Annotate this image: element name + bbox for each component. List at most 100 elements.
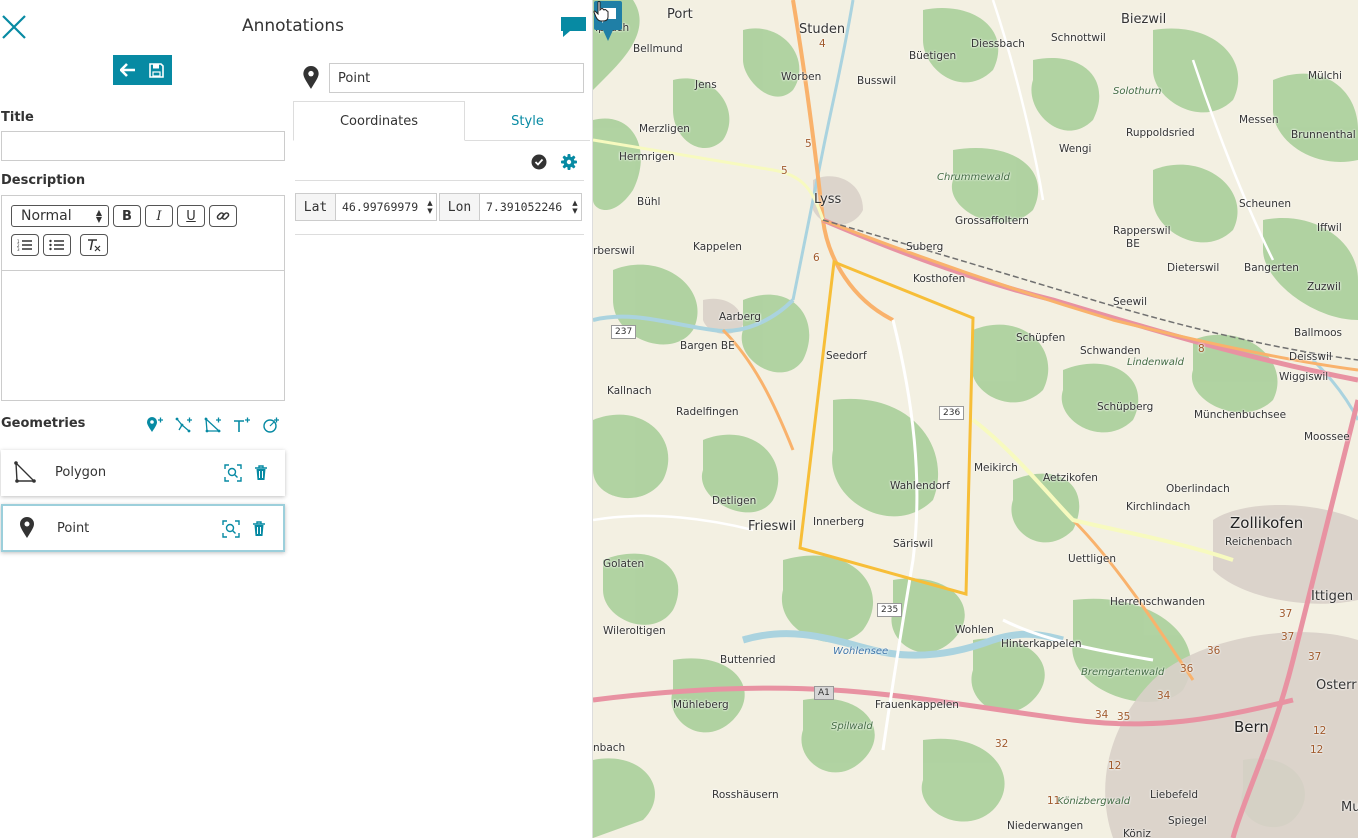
geometry-item-polygon[interactable]: Polygon <box>1 450 285 496</box>
road-number: 4 <box>819 38 826 50</box>
place-label: Bremgartenwald <box>1081 667 1165 678</box>
geometry-item-point[interactable]: Point <box>1 504 285 552</box>
link-button[interactable] <box>209 205 237 227</box>
place-label: Scheunen <box>1239 198 1291 210</box>
road-number: 35 <box>1117 711 1131 723</box>
annotation-toolbar <box>113 55 172 85</box>
place-label: Mühleberg <box>673 699 729 711</box>
place-label: Brunnenthal <box>1291 129 1356 141</box>
place-label: Bern <box>1234 718 1269 736</box>
place-label: Deisswil <box>1289 351 1332 363</box>
road-number: 36 <box>1207 645 1221 657</box>
back-button[interactable] <box>113 55 142 85</box>
floppy-disk-icon <box>149 62 164 78</box>
place-label: Messen <box>1239 114 1279 126</box>
panel-header: Annotations <box>0 0 593 54</box>
annotations-panel: Annotations Title Description Normal ▲ ▼… <box>0 0 593 838</box>
place-label: Frieswil <box>748 519 797 534</box>
road-number: 32 <box>995 738 1009 750</box>
place-label: Aarberg <box>719 311 761 323</box>
add-polygon-button[interactable] <box>200 413 225 437</box>
add-text-button[interactable] <box>229 413 254 437</box>
tab-style[interactable]: Style <box>465 101 590 141</box>
place-label: Golaten <box>603 558 645 570</box>
bold-button[interactable]: B <box>113 205 141 227</box>
place-label: Seedorf <box>826 350 867 362</box>
format-select[interactable]: Normal ▲ ▼ <box>11 205 109 227</box>
map-marker-icon <box>303 66 319 89</box>
add-text-icon <box>233 417 250 432</box>
road-number: 37 <box>1281 631 1295 643</box>
place-label: Solothurn <box>1113 86 1162 97</box>
title-label: Title <box>1 110 34 125</box>
add-line-button[interactable] <box>171 413 196 437</box>
trash-icon <box>255 465 267 480</box>
geometries-label: Geometries <box>1 416 86 431</box>
bullet-list-button[interactable] <box>43 234 71 256</box>
tab-coordinates[interactable]: Coordinates <box>293 101 465 141</box>
map-viewport[interactable]: Port Studen Biezwil Ipsach Schnottwil Be… <box>593 0 1358 838</box>
lon-label: Lon <box>440 194 480 220</box>
geometry-name-input[interactable] <box>329 63 584 93</box>
lat-stepper[interactable]: ▲ ▼ <box>424 194 436 220</box>
place-label: Niederwangen <box>1007 820 1084 832</box>
place-label: Hermrigen <box>619 151 675 163</box>
add-circle-button[interactable] <box>258 413 283 437</box>
ordered-list-button[interactable]: 1 2 3 <box>11 234 39 256</box>
trash-icon <box>253 521 265 536</box>
place-label: Bangerten <box>1244 262 1299 274</box>
place-label: Wiggiswil <box>1279 371 1329 383</box>
place-label: Kallnach <box>607 385 652 397</box>
bullet-list-icon <box>49 239 64 251</box>
place-label: Buttenried <box>720 654 776 666</box>
zoom-to-polygon-button[interactable] <box>223 463 243 483</box>
zoom-to-icon <box>222 520 240 538</box>
place-label: Oberlindach <box>1166 483 1230 495</box>
place-label: Wohlen <box>955 624 994 636</box>
geometry-toolbar <box>142 413 283 437</box>
lon-stepper[interactable]: ▲ ▼ <box>569 194 581 220</box>
place-label: Port <box>667 7 693 22</box>
comment-button[interactable] <box>560 16 587 38</box>
place-label: nbach <box>593 742 626 754</box>
place-label: Frauenkappelen <box>875 699 959 711</box>
settings-button[interactable] <box>560 153 578 171</box>
select-arrows-icon: ▲ ▼ <box>95 208 102 224</box>
underline-icon: U <box>186 208 196 224</box>
add-circle-icon <box>262 417 279 433</box>
place-label: Kosthofen <box>913 273 966 285</box>
underline-button[interactable]: U <box>177 205 205 227</box>
road-number: 34 <box>1095 709 1109 721</box>
link-icon <box>216 212 230 220</box>
zoom-to-point-button[interactable] <box>221 519 241 539</box>
place-label: Worben <box>781 71 822 83</box>
place-label: Herrenschwanden <box>1110 596 1206 608</box>
lat-label: Lat <box>296 194 336 220</box>
place-label: Schnottwil <box>1051 32 1106 44</box>
lon-input[interactable] <box>480 194 569 220</box>
place-label: Diessbach <box>971 38 1025 50</box>
zoom-to-icon <box>224 464 242 482</box>
place-label: Zuzwil <box>1307 281 1341 293</box>
place-label: Dieterswil <box>1167 262 1220 274</box>
lat-input[interactable] <box>336 194 424 220</box>
place-label: Moossee <box>1304 431 1350 443</box>
save-button[interactable] <box>142 55 171 85</box>
validate-button[interactable] <box>530 153 548 171</box>
place-label: Bühl <box>637 196 661 208</box>
polygon-icon <box>13 460 37 484</box>
place-label: Busswil <box>857 75 897 87</box>
place-label: Uettligen <box>1068 553 1116 565</box>
place-label: Mülchi <box>1308 70 1342 82</box>
road-number: 37 <box>1308 651 1322 663</box>
place-label: Schwanden <box>1080 345 1141 357</box>
add-point-button[interactable] <box>142 413 167 437</box>
place-label: Lindenwald <box>1127 357 1184 368</box>
road-number: 11 <box>1047 795 1061 807</box>
delete-point-button[interactable] <box>249 519 269 539</box>
title-input[interactable] <box>1 131 285 161</box>
italic-button[interactable]: I <box>145 205 173 227</box>
delete-polygon-button[interactable] <box>251 463 271 483</box>
place-label: Spilwald <box>831 721 873 732</box>
clear-format-button[interactable] <box>80 234 108 256</box>
